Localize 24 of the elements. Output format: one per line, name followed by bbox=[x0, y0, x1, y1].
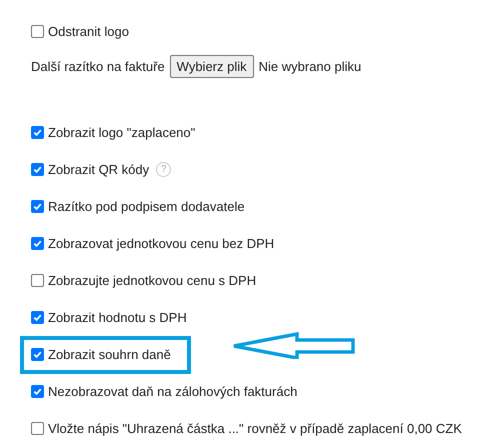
checkbox[interactable] bbox=[31, 200, 44, 213]
arrow-icon bbox=[232, 332, 356, 359]
checkbox-label: Zobrazit hodnotu s DPH bbox=[48, 308, 187, 327]
file-status: Nie wybrano pliku bbox=[258, 58, 362, 76]
checkbox[interactable] bbox=[31, 385, 44, 398]
checkbox-label: Nezobrazovat daň na zálohových fakturách bbox=[48, 382, 298, 401]
checkbox[interactable] bbox=[31, 311, 44, 324]
checkbox-label: Odstranit logo bbox=[48, 22, 129, 41]
checkbox-label: Vložte nápis "Uhrazená částka ..." rovněž v případě zaplacení 0,00 CZK bbox=[48, 420, 462, 438]
checkbox[interactable] bbox=[31, 25, 44, 38]
checkbox-label: Razítko pod podpisem dodavatele bbox=[48, 198, 245, 216]
checkbox-label: Zobrazujte jednotkovou cenu s DPH bbox=[48, 272, 256, 290]
stamp-label: Další razítko na faktuře bbox=[31, 58, 165, 76]
checkbox-label: Zobrazit QR kódy bbox=[48, 160, 150, 179]
checkbox-label: Zobrazit souhrn daně bbox=[48, 346, 171, 364]
checkbox[interactable] bbox=[31, 274, 44, 287]
checkbox[interactable] bbox=[31, 126, 44, 139]
checkbox-label: Zobrazovat jednotkovou cenu bez DPH bbox=[48, 234, 274, 253]
checkbox[interactable] bbox=[31, 422, 44, 435]
checkbox[interactable] bbox=[31, 163, 44, 176]
choose-file-button[interactable]: Wybierz plik bbox=[170, 54, 254, 78]
checkbox-label: Zobrazit logo "zaplaceno" bbox=[48, 124, 196, 142]
checkbox[interactable] bbox=[31, 237, 44, 250]
checkbox[interactable] bbox=[31, 348, 44, 361]
